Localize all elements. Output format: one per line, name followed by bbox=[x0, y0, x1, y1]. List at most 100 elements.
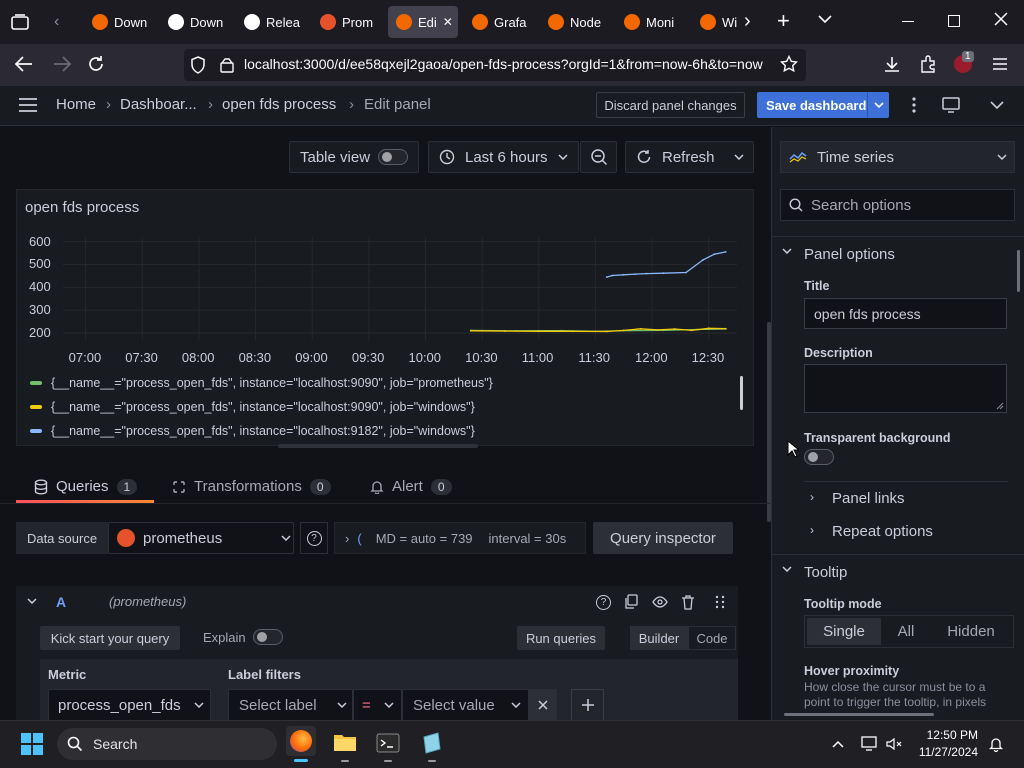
chevron-down-icon bbox=[337, 702, 347, 708]
select-value-dropdown[interactable]: Select value bbox=[402, 689, 529, 721]
save-dropdown-chevron-icon[interactable] bbox=[867, 92, 884, 118]
terminal-icon[interactable] bbox=[376, 733, 400, 753]
legend-scrollbar[interactable] bbox=[740, 376, 743, 410]
builder-mode-button[interactable]: Builder bbox=[630, 626, 688, 650]
select-label-dropdown[interactable]: Select label bbox=[228, 689, 353, 721]
remove-filter-button[interactable] bbox=[529, 689, 557, 721]
legend-item[interactable]: {__name__="process_open_fds", instance="… bbox=[30, 376, 493, 390]
transparent-background-toggle[interactable] bbox=[804, 449, 834, 465]
textarea-resize-icon[interactable] bbox=[994, 400, 1004, 410]
tab-transformations-label: Transformations bbox=[194, 478, 302, 495]
clock-date[interactable]: 11/27/2024 bbox=[908, 745, 978, 759]
clock-time[interactable]: 12:50 PM bbox=[918, 728, 978, 742]
extensions-icon[interactable] bbox=[919, 55, 937, 73]
metric-select[interactable]: process_open_fds bbox=[48, 689, 211, 721]
add-filter-button[interactable] bbox=[571, 689, 604, 721]
taskbar-search[interactable]: Search bbox=[57, 728, 277, 760]
tv-mode-icon[interactable] bbox=[942, 97, 960, 113]
explain-label: Explain bbox=[203, 630, 246, 645]
series-line[interactable] bbox=[470, 327, 726, 333]
tooltip-title[interactable]: Tooltip bbox=[804, 564, 847, 581]
x-tick-label: 09:00 bbox=[295, 350, 328, 365]
tab-transformations[interactable]: Transformations 0 bbox=[172, 478, 331, 495]
panel-resize-handle[interactable] bbox=[278, 444, 478, 448]
bookmark-star-icon[interactable] bbox=[780, 55, 798, 73]
firefox-taskbar-icon[interactable] bbox=[286, 726, 316, 756]
app-icon[interactable] bbox=[420, 731, 444, 755]
data-point bbox=[469, 329, 472, 332]
y-tick-label: 200 bbox=[29, 325, 51, 341]
data-point bbox=[702, 259, 704, 261]
duplicate-query-icon[interactable] bbox=[624, 594, 638, 610]
visualization-label: Time series bbox=[817, 148, 894, 166]
run-queries-button[interactable]: Run queries bbox=[517, 626, 605, 650]
repeat-options-chevron-icon[interactable]: › bbox=[810, 523, 814, 537]
drag-handle-icon[interactable] bbox=[715, 595, 725, 609]
x-tick-label: 08:00 bbox=[181, 350, 215, 365]
tab-queries[interactable]: Queries 1 bbox=[34, 478, 138, 495]
legend-item[interactable]: {__name__="process_open_fds", instance="… bbox=[30, 424, 475, 438]
code-mode-button[interactable]: Code bbox=[688, 626, 736, 650]
more-options-icon[interactable] bbox=[912, 97, 916, 113]
data-source-help-button[interactable]: ? bbox=[300, 522, 328, 554]
tooltip-mode-hidden[interactable]: Hidden bbox=[934, 618, 1008, 645]
close-window-icon[interactable] bbox=[993, 11, 1009, 27]
volume-muted-icon[interactable] bbox=[886, 737, 902, 751]
list-all-tabs-icon[interactable] bbox=[818, 14, 832, 24]
minimize-icon[interactable] bbox=[902, 21, 914, 22]
alert-count-badge: 0 bbox=[430, 478, 452, 495]
delete-query-icon[interactable] bbox=[681, 594, 695, 610]
data-source-picker[interactable]: prometheus bbox=[108, 522, 294, 554]
tooltip-mode-single[interactable]: Single bbox=[807, 618, 881, 645]
tooltip-mode-all[interactable]: All bbox=[881, 618, 931, 645]
options-scrollbar[interactable] bbox=[1017, 250, 1020, 292]
legend-label: {__name__="process_open_fds", instance="… bbox=[51, 400, 475, 414]
chevron-down-icon bbox=[511, 702, 521, 708]
operator-select[interactable]: = bbox=[353, 689, 402, 721]
x-tick-label: 12:30 bbox=[691, 350, 725, 365]
notifications-bell-icon[interactable] bbox=[989, 736, 1003, 752]
collapse-header-icon[interactable] bbox=[990, 101, 1004, 109]
show-hidden-icons-icon[interactable] bbox=[832, 740, 844, 748]
title-input[interactable]: open fds process bbox=[804, 298, 1007, 329]
tab-alert[interactable]: Alert 0 bbox=[370, 478, 452, 495]
tooltip-chevron-icon[interactable] bbox=[782, 566, 792, 572]
query-options-partial-text: ( bbox=[357, 530, 362, 546]
new-tab-icon[interactable]: + bbox=[777, 8, 790, 34]
downloads-icon[interactable] bbox=[883, 55, 901, 73]
collapse-query-icon[interactable] bbox=[27, 598, 37, 604]
panel-options-chevron-icon[interactable] bbox=[782, 248, 792, 254]
visualization-picker[interactable]: Time series bbox=[780, 141, 1015, 173]
description-textarea[interactable] bbox=[804, 364, 1007, 413]
windows-start-icon[interactable] bbox=[20, 732, 44, 756]
interval-text: interval = 30s bbox=[488, 530, 567, 546]
data-point bbox=[690, 329, 693, 332]
legend-item[interactable]: {__name__="process_open_fds", instance="… bbox=[30, 400, 475, 414]
app-menu-icon[interactable] bbox=[992, 57, 1008, 71]
save-dashboard-button[interactable]: Save dashboard bbox=[757, 92, 889, 118]
kick-start-button[interactable]: Kick start your query bbox=[40, 626, 180, 650]
hide-query-eye-icon[interactable] bbox=[652, 596, 668, 608]
repeat-options-title[interactable]: Repeat options bbox=[832, 523, 933, 540]
search-options-input[interactable]: Search options bbox=[780, 189, 1015, 221]
taskbar-running-indicator bbox=[384, 760, 392, 762]
maximize-icon[interactable] bbox=[948, 15, 960, 27]
network-icon[interactable] bbox=[861, 736, 879, 752]
query-options-button[interactable]: › ( MD = auto = 739 interval = 30s bbox=[334, 522, 586, 554]
panel-options-title[interactable]: Panel options bbox=[804, 246, 895, 263]
horizontal-scrollbar[interactable] bbox=[784, 713, 934, 716]
query-inspector-button[interactable]: Query inspector bbox=[593, 522, 733, 554]
file-explorer-icon[interactable] bbox=[333, 732, 357, 752]
query-letter[interactable]: A bbox=[56, 594, 66, 610]
database-icon bbox=[34, 479, 48, 495]
time-series-chart[interactable] bbox=[0, 0, 770, 460]
y-tick-label: 300 bbox=[29, 302, 51, 318]
section-divider bbox=[772, 554, 1024, 555]
search-icon bbox=[789, 198, 803, 212]
panel-links-title[interactable]: Panel links bbox=[832, 490, 905, 507]
taskbar-search-label: Search bbox=[93, 736, 138, 752]
panel-links-chevron-icon[interactable]: › bbox=[810, 490, 814, 504]
query-help-icon[interactable]: ? bbox=[596, 595, 611, 610]
explain-toggle[interactable] bbox=[253, 629, 283, 645]
query-options-text: MD = auto = 739 bbox=[375, 530, 473, 546]
